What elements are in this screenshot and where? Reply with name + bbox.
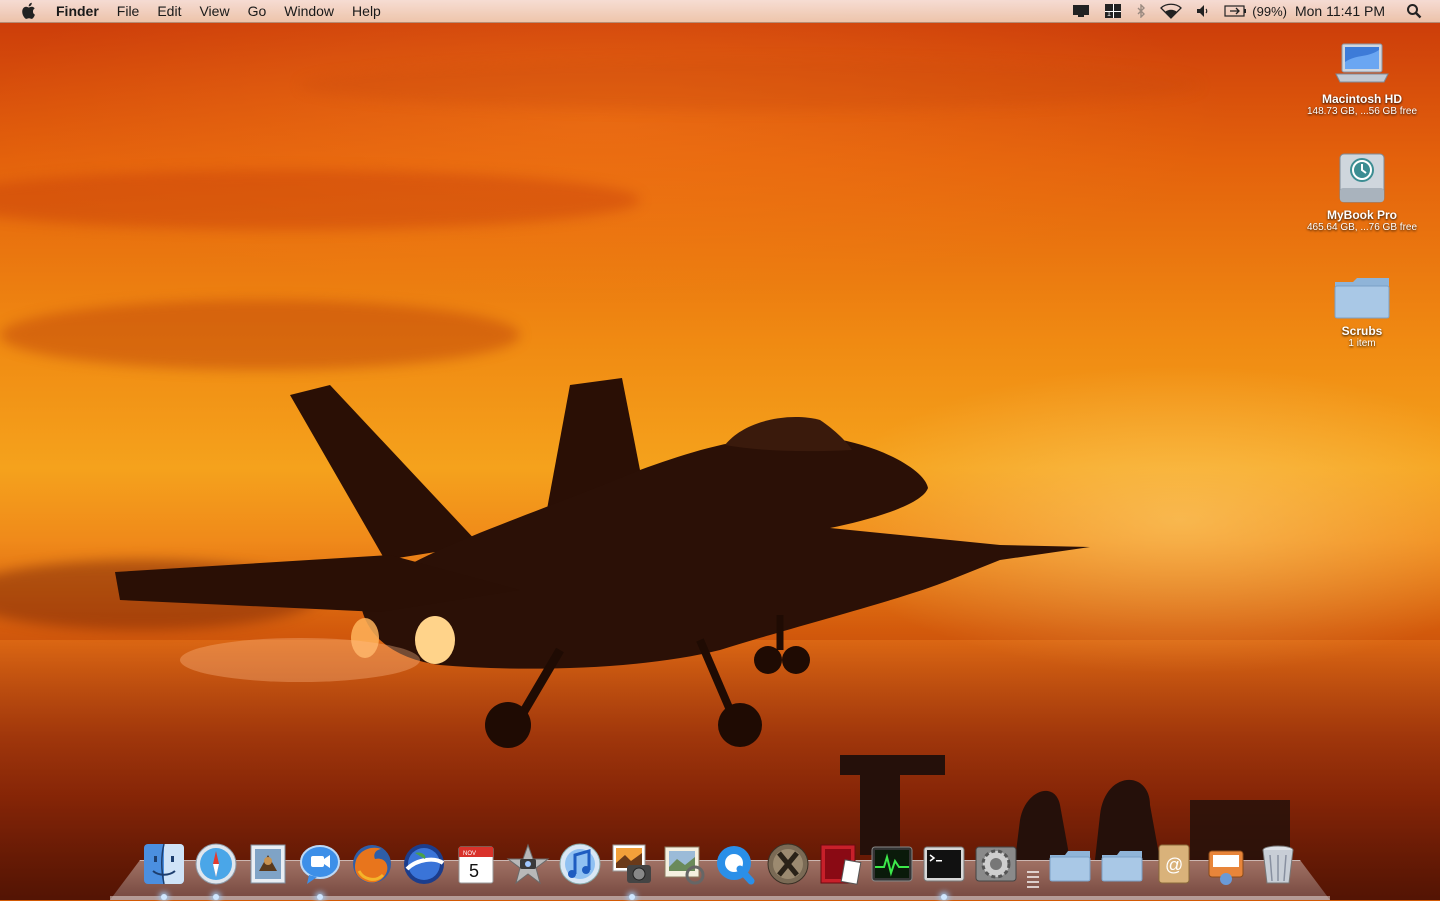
quicktime-icon[interactable]: [712, 840, 760, 888]
menu-window[interactable]: Window: [275, 0, 343, 22]
apple-logo-icon[interactable]: [17, 0, 39, 22]
battery-percentage[interactable]: (99%): [1252, 4, 1287, 19]
preview-icon[interactable]: [660, 840, 708, 888]
bluetooth-icon[interactable]: [1136, 0, 1146, 22]
finder-icon[interactable]: [140, 840, 188, 900]
mail-icon[interactable]: [244, 840, 292, 888]
menu-app-finder[interactable]: Finder: [47, 0, 108, 22]
desktop-icon-sublabel: 1 item: [1348, 338, 1376, 349]
trash-icon[interactable]: [1254, 840, 1302, 888]
ical-month: NOV: [463, 851, 476, 857]
menu-view[interactable]: View: [190, 0, 238, 22]
dock: NOV 5 @: [138, 832, 1304, 900]
svg-text:1: 1: [1107, 11, 1111, 18]
menu-go[interactable]: Go: [239, 0, 276, 22]
running-indicator: [317, 894, 323, 900]
itunes-icon[interactable]: [556, 840, 604, 888]
applications-folder-icon[interactable]: [1046, 840, 1094, 888]
wifi-icon[interactable]: [1160, 0, 1183, 22]
menubar-clock[interactable]: Mon 11:41 PM: [1295, 3, 1385, 19]
spotlight-icon[interactable]: [1406, 0, 1422, 22]
desktop-icon-label: Scrubs: [1341, 324, 1383, 338]
menu-bar: Finder File Edit View Go Window Help 1 (…: [0, 0, 1440, 23]
spaces-icon[interactable]: 1: [1104, 0, 1122, 22]
desktop-icon-sublabel: 465.64 GB, ...76 GB free: [1306, 222, 1418, 233]
desktop-icon-macintosh-hd[interactable]: Macintosh HD 148.73 GB, ...56 GB free: [1297, 30, 1427, 117]
running-indicator: [941, 894, 947, 900]
desktop-icon-label: Macintosh HD: [1321, 92, 1402, 106]
desktop-wallpaper: [0, 0, 1440, 900]
menu-file[interactable]: File: [108, 0, 149, 22]
iphoto-icon[interactable]: [608, 840, 656, 900]
time-machine-drive-icon: [1330, 146, 1394, 206]
desktop-icon-label: MyBook Pro: [1326, 208, 1397, 222]
desktop-icon-mybook-pro[interactable]: MyBook Pro 465.64 GB, ...76 GB free: [1297, 146, 1427, 233]
safari-icon[interactable]: [192, 840, 240, 900]
dock-separator: [1026, 844, 1040, 888]
mail-downloads-icon[interactable]: [1202, 840, 1250, 888]
ical-day: 5: [469, 861, 479, 881]
ichat-icon[interactable]: [296, 840, 344, 900]
battery-icon[interactable]: [1224, 0, 1248, 22]
activity-monitor-icon[interactable]: [868, 840, 916, 888]
x11-icon[interactable]: [764, 840, 812, 888]
dock-edge: [110, 896, 1330, 900]
address-book-icon[interactable]: @: [1150, 840, 1198, 888]
running-indicator: [629, 894, 635, 900]
svg-text:@: @: [1165, 855, 1183, 875]
running-indicator: [161, 894, 167, 900]
firefox-icon[interactable]: [348, 840, 396, 888]
volume-icon[interactable]: [1196, 0, 1210, 22]
desktop-icon-sublabel: 148.73 GB, ...56 GB free: [1306, 106, 1418, 117]
laptop-drive-icon: [1330, 30, 1394, 90]
photo-booth-icon[interactable]: [816, 840, 864, 888]
menu-edit[interactable]: Edit: [148, 0, 190, 22]
google-earth-icon[interactable]: [400, 840, 448, 888]
running-indicator: [213, 894, 219, 900]
jet-silhouette: [115, 378, 1290, 860]
ical-icon[interactable]: NOV 5: [452, 840, 500, 888]
menu-help[interactable]: Help: [343, 0, 390, 22]
desktop-icon-scrubs-folder[interactable]: Scrubs 1 item: [1297, 262, 1427, 349]
folder-icon: [1330, 262, 1394, 322]
documents-folder-icon[interactable]: [1098, 840, 1146, 888]
imovie-icon[interactable]: [504, 840, 552, 888]
system-preferences-icon[interactable]: [972, 840, 1020, 888]
display-mirror-icon[interactable]: [1072, 0, 1090, 22]
terminal-icon[interactable]: [920, 840, 968, 900]
